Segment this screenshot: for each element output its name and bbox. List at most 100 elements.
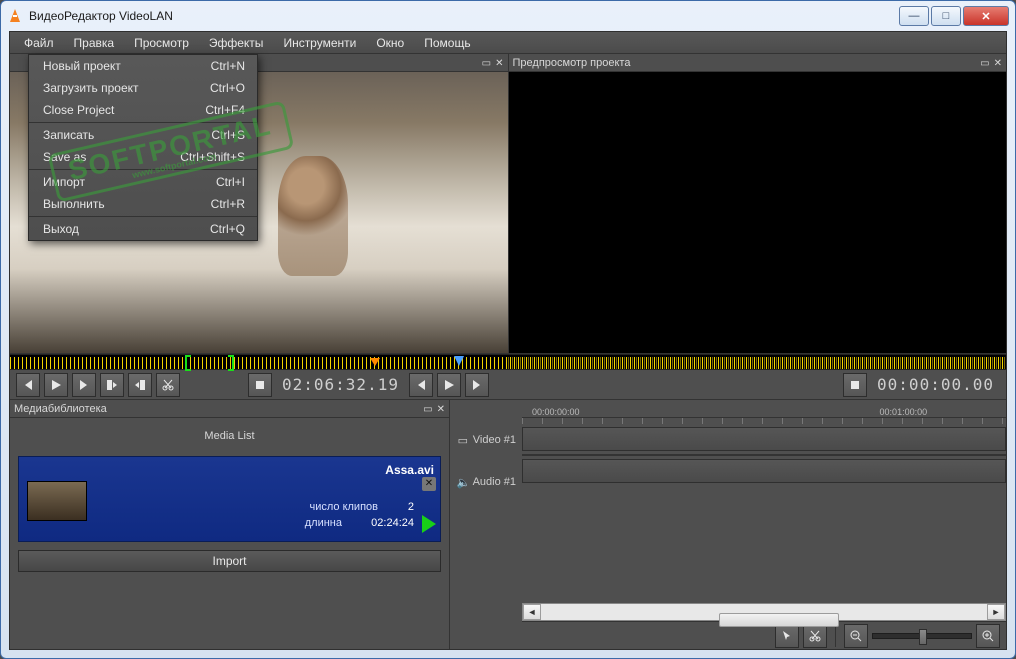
panel-close-icon[interactable]: ✕: [495, 58, 503, 69]
panel-detach-icon[interactable]: ▭: [980, 58, 989, 69]
menu-item-label: Записать: [43, 128, 94, 142]
cursor-marker[interactable]: [454, 356, 464, 366]
window-buttons: [897, 6, 1009, 26]
timeline-ruler[interactable]: 00:00:00:00 00:01:00:00: [522, 400, 1006, 418]
file-menu-dropdown: Новый проект Ctrl+N Загрузить проект Ctrl+O…: [28, 54, 258, 241]
video-track-lane[interactable]: [522, 427, 1006, 451]
ruler-time-0: 00:00:00:00: [532, 407, 580, 417]
menu-item-label: Новый проект: [43, 59, 121, 73]
menu-help[interactable]: Помощь: [414, 34, 480, 52]
audio-track-header[interactable]: 🔈 Audio #1: [450, 468, 522, 496]
zoom-slider[interactable]: [872, 633, 972, 639]
project-preview-body: [509, 72, 1007, 353]
minimize-button[interactable]: [899, 6, 929, 26]
panel-close-icon[interactable]: ✕: [994, 58, 1002, 69]
project-play-button[interactable]: [437, 373, 461, 397]
menu-view[interactable]: Просмотр: [124, 34, 199, 52]
menu-item-label: Загрузить проект: [43, 81, 139, 95]
audio-track-lane[interactable]: [522, 459, 1006, 483]
clips-value: 2: [394, 499, 414, 515]
menu-window[interactable]: Окно: [366, 34, 414, 52]
menu-item-shortcut: Ctrl+I: [216, 175, 245, 189]
media-library-header[interactable]: Медиабиблиотека ▭✕: [10, 400, 449, 418]
out-marker[interactable]: [228, 355, 234, 371]
menu-item-shortcut: Ctrl+S: [211, 128, 245, 142]
mark-out-button[interactable]: [128, 373, 152, 397]
menu-item-label: Save as: [43, 150, 86, 164]
file-menu-item[interactable]: Выход Ctrl+Q: [29, 218, 257, 240]
scroll-right-button[interactable]: ►: [987, 604, 1005, 620]
lower-row: Медиабиблиотека ▭✕ Media List Assa.avi ✕…: [10, 400, 1006, 649]
video-track-header[interactable]: ▭ Video #1: [450, 426, 522, 454]
menu-item-label: Выход: [43, 222, 79, 236]
timeline-panel: ▭ Video #1 🔈 Audio #1 00:00:00:00 00:01:00…: [450, 400, 1006, 649]
panel-detach-icon[interactable]: ▭: [423, 404, 432, 415]
project-next-button[interactable]: [465, 373, 489, 397]
audio-track-label: Audio #1: [473, 476, 516, 488]
maximize-button[interactable]: [931, 6, 961, 26]
file-menu-item[interactable]: Close ProjectCtrl+F4: [29, 99, 257, 121]
ruler-time-1: 00:01:00:00: [880, 407, 928, 417]
zoom-slider-knob[interactable]: [919, 629, 927, 645]
menubar: Файл Правка Просмотр Эффекты Инструменти…: [10, 32, 1006, 54]
zoom-in-button[interactable]: [976, 624, 1000, 648]
clip-ruler[interactable]: [10, 354, 1006, 370]
app-icon: [7, 8, 23, 24]
menu-edit[interactable]: Правка: [64, 34, 125, 52]
scroll-left-button[interactable]: ◄: [523, 604, 541, 620]
play-button[interactable]: [44, 373, 68, 397]
app-window: ВидеоРедактор VideoLAN Файл Правка Просм…: [0, 0, 1016, 659]
audio-track-icon: 🔈: [457, 476, 469, 489]
media-item-filename: Assa.avi: [25, 463, 434, 477]
menu-item-shortcut: Ctrl+Q: [210, 222, 245, 236]
menu-item-shortcut: Ctrl+R: [211, 197, 245, 211]
video-track-icon: ▭: [457, 434, 469, 447]
import-button[interactable]: Import: [18, 550, 441, 572]
mark-in-button[interactable]: [100, 373, 124, 397]
titlebar[interactable]: ВидеоРедактор VideoLAN: [1, 1, 1015, 31]
video-track-label: Video #1: [473, 434, 516, 446]
file-menu-item[interactable]: Новый проект Ctrl+N: [29, 55, 257, 77]
zoom-out-button[interactable]: [844, 624, 868, 648]
media-item[interactable]: Assa.avi ✕ число клипов2 длинна02:24:24: [18, 456, 441, 542]
length-label: длинна: [305, 517, 342, 529]
playhead-marker[interactable]: [370, 358, 380, 368]
project-preview-header[interactable]: Предпросмотр проекта ▭✕: [509, 54, 1007, 72]
clips-label: число клипов: [309, 501, 378, 513]
media-library-body: Media List Assa.avi ✕ число клипов 2 длин…: [10, 418, 449, 649]
file-menu-item[interactable]: Записать Ctrl+S: [29, 124, 257, 146]
panel-close-icon[interactable]: ✕: [437, 404, 445, 415]
mouse-tool-button[interactable]: [775, 624, 799, 648]
stop-left-button[interactable]: [248, 373, 272, 397]
media-list-header: Media List: [18, 424, 441, 448]
project-prev-button[interactable]: [409, 373, 433, 397]
close-button[interactable]: [963, 6, 1009, 26]
track-lanes[interactable]: 00:00:00:00 00:01:00:00 ◄ ►: [522, 400, 1006, 649]
menu-instruments[interactable]: Инструменти: [273, 34, 366, 52]
menu-item-label: Close Project: [43, 103, 114, 117]
media-item-play-icon[interactable]: [422, 515, 436, 533]
file-menu-item[interactable]: Save asCtrl+Shift+S: [29, 146, 257, 168]
panel-detach-icon[interactable]: ▭: [482, 58, 491, 69]
scroll-thumb[interactable]: [719, 613, 839, 627]
file-menu-item[interactable]: ВыполнитьCtrl+R: [29, 193, 257, 215]
media-item-remove-icon[interactable]: ✕: [422, 477, 436, 491]
cut-button[interactable]: [156, 373, 180, 397]
stop-right-button[interactable]: [843, 373, 867, 397]
menu-item-shortcut: Ctrl+N: [211, 59, 245, 73]
scissors-tool-button[interactable]: [803, 624, 827, 648]
menu-item-shortcut: Ctrl+O: [210, 81, 245, 95]
file-menu-item[interactable]: Загрузить проект Ctrl+O: [29, 77, 257, 99]
media-item-stats: число клипов2 длинна02:24:24: [305, 499, 414, 531]
transport-bar: 02:06:32.19 00:00:00.00: [10, 370, 1006, 400]
next-frame-button[interactable]: [72, 373, 96, 397]
window-title: ВидеоРедактор VideoLAN: [29, 9, 897, 23]
app-body: Файл Правка Просмотр Эффекты Инструменти…: [9, 31, 1007, 650]
timeline-hscrollbar[interactable]: ◄ ►: [522, 603, 1006, 621]
file-menu-item[interactable]: ИмпортCtrl+I: [29, 171, 257, 193]
menu-effects[interactable]: Эффекты: [199, 34, 274, 52]
menu-file[interactable]: Файл: [14, 34, 64, 52]
right-timecode: 00:00:00.00: [877, 375, 994, 394]
in-marker[interactable]: [185, 355, 191, 371]
prev-frame-button[interactable]: [16, 373, 40, 397]
